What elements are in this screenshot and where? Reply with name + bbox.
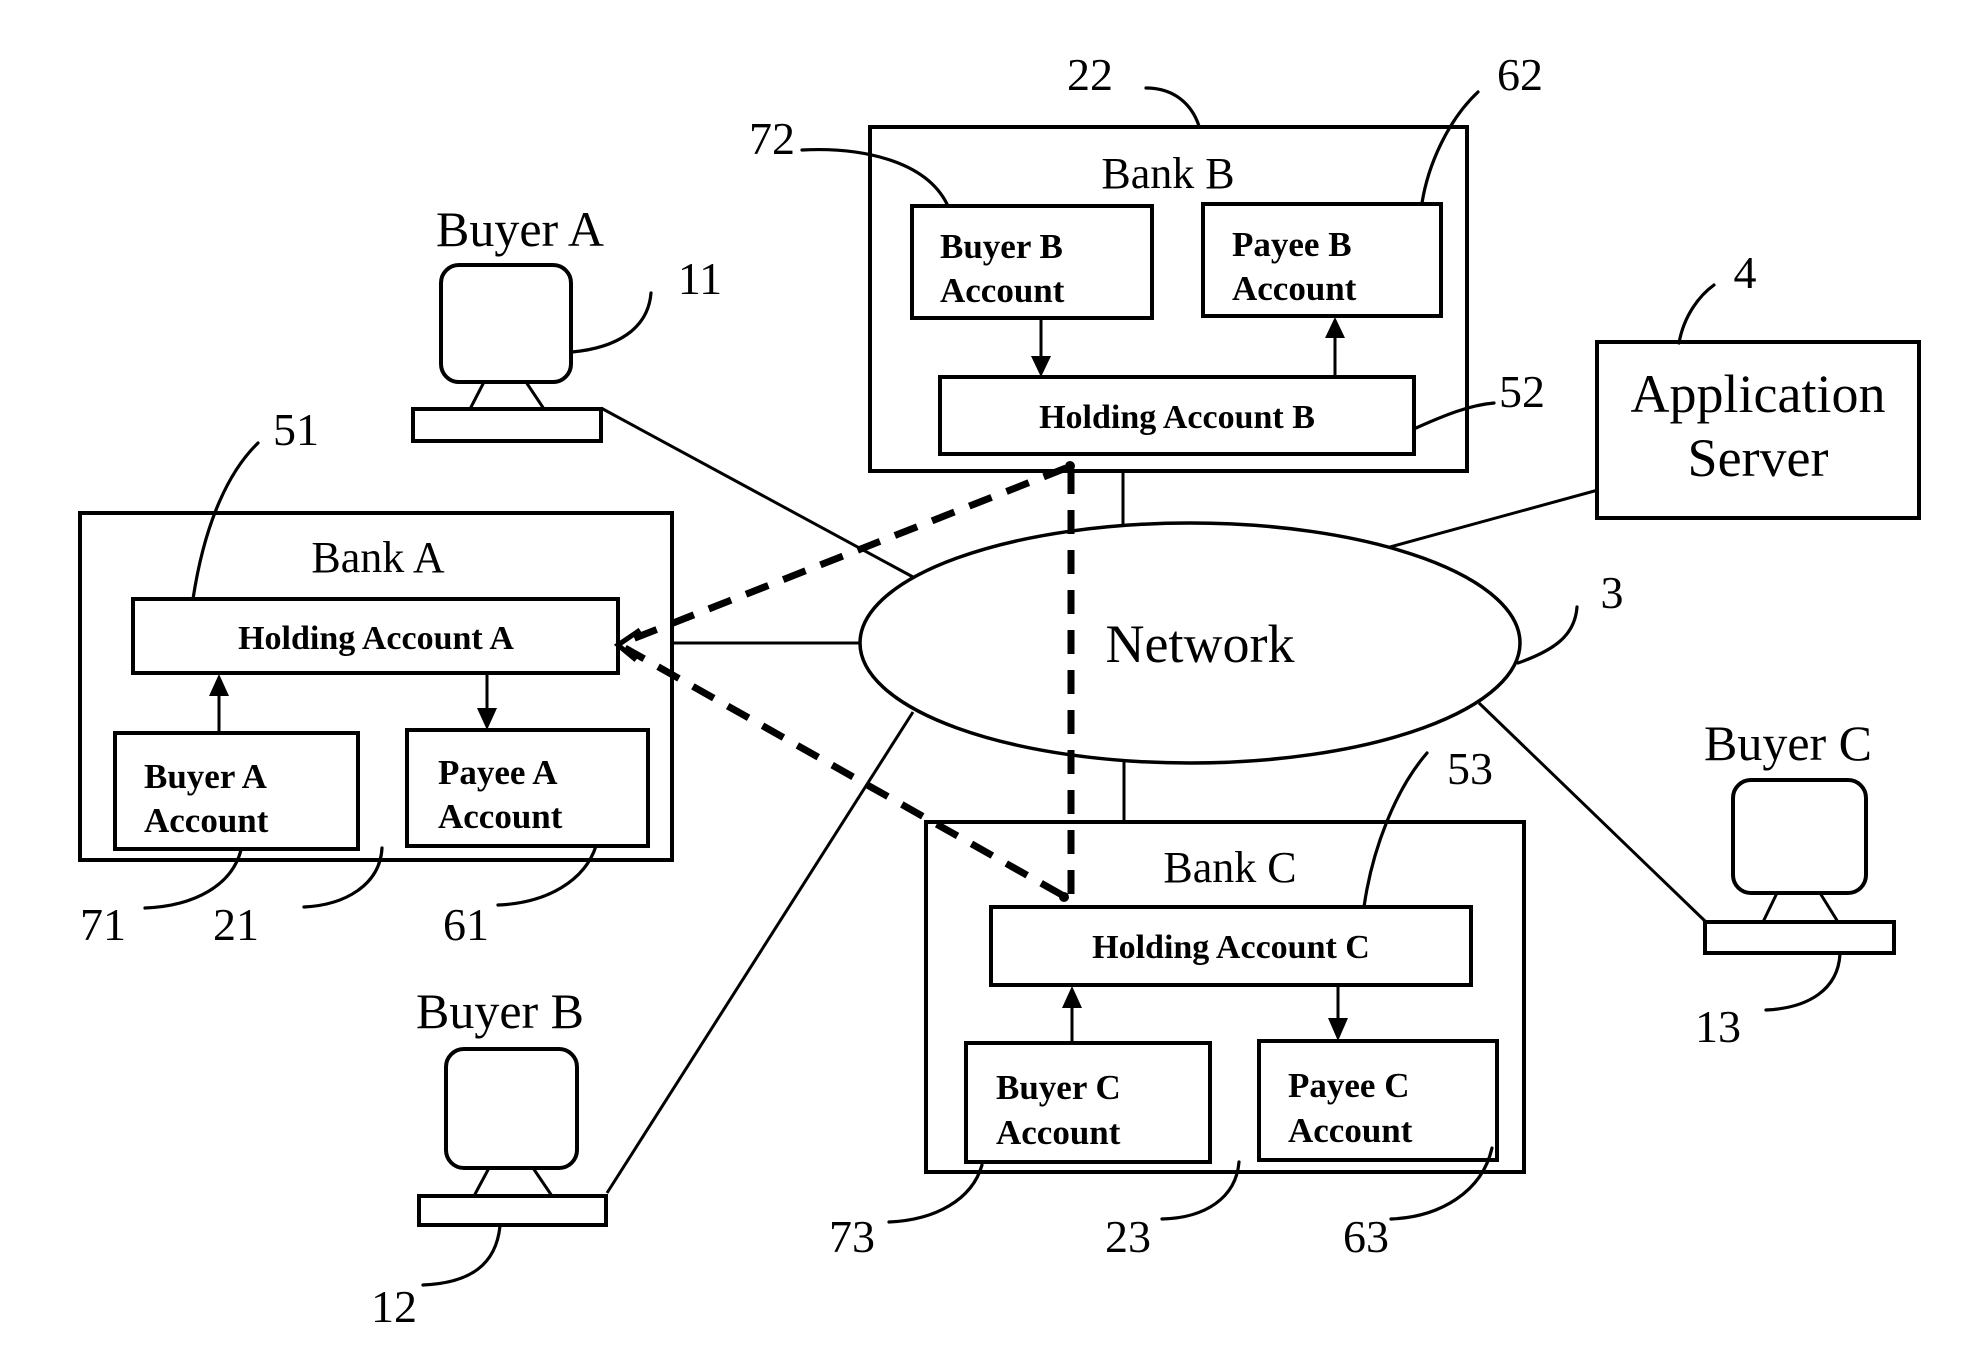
network-ref-leader [1516, 605, 1579, 665]
buyer-a-ref-number: 11 [678, 253, 722, 304]
buyer-b-terminal: Buyer B 12 [371, 983, 608, 1332]
bank-b-payee-account: Payee B Account [1201, 202, 1443, 318]
bank-c-payee-account: Payee C Account [1257, 1039, 1499, 1162]
bank-b-title: Bank B [1101, 149, 1234, 198]
endpoint-dot-bank-c [1059, 892, 1069, 902]
buyer-a-ref-leader [570, 291, 653, 354]
buyer-c-label: Buyer C [1704, 715, 1872, 771]
bank-b-holding-account: Holding Account B [938, 375, 1416, 456]
bank-c: Bank C Holding Account C Buyer C Account… [829, 743, 1526, 1262]
payee-c-account-line1: Payee C [1288, 1066, 1409, 1105]
buyer-a-label: Buyer A [436, 201, 604, 257]
bank-b: Bank B Buyer B Account Payee B Account H… [749, 49, 1545, 473]
keyboard-icon [417, 1194, 608, 1227]
buyer-b-ref-leader [421, 1224, 502, 1287]
bank-a: Bank A Holding Account A Buyer A Account… [78, 404, 674, 950]
buyer-b-account-ref-number: 72 [749, 113, 795, 164]
computer-monitor-icon [439, 263, 573, 384]
holding-b-label: Holding Account B [1039, 399, 1315, 436]
bank-c-title: Bank C [1163, 843, 1296, 892]
payee-a-account-line2: Account [438, 797, 563, 836]
network-ref-number: 3 [1601, 567, 1624, 618]
payee-b-account-line1: Payee B [1232, 225, 1352, 264]
bank-b-buyer-account: Buyer B Account [910, 204, 1154, 320]
buyer-a-account-ref-number: 71 [80, 899, 126, 950]
buyer-b-account-line1: Buyer B [940, 227, 1063, 266]
application-server-ref-number: 4 [1734, 247, 1757, 298]
payee-c-account-ref-number: 63 [1343, 1211, 1389, 1262]
payment-network-diagram: Network 3 Bank B Buyer B Account Payee B… [78, 49, 1921, 1332]
buyer-b-label: Buyer B [416, 983, 584, 1039]
bank-a-buyer-account: Buyer A Account [113, 731, 360, 851]
network-label: Network [1106, 614, 1295, 674]
keyboard-icon [411, 407, 603, 443]
bank-a-ref-number: 21 [213, 899, 259, 950]
bank-b-ref-leader [1144, 86, 1201, 128]
buyer-a-account-line2: Account [144, 801, 269, 840]
buyer-c-ref-number: 13 [1695, 1001, 1741, 1052]
computer-monitor-icon [1731, 778, 1868, 895]
bank-c-ref-number: 23 [1105, 1211, 1151, 1262]
application-server-ref-leader [1677, 283, 1716, 345]
endpoint-dot-bank-b [1065, 461, 1075, 471]
network-node: Network 3 [858, 521, 1624, 765]
application-server: Application Server 4 [1595, 247, 1921, 520]
buyer-b-account-line2: Account [940, 271, 1065, 310]
holding-a-label: Holding Account A [238, 620, 514, 657]
payee-a-account-ref-number: 61 [443, 899, 489, 950]
holding-b-ref-number: 52 [1499, 366, 1545, 417]
payee-b-account-line2: Account [1232, 269, 1357, 308]
payee-b-account-ref-number: 62 [1497, 49, 1543, 100]
buyer-c-terminal: Buyer C 13 [1695, 715, 1896, 1052]
buyer-c-ref-leader [1764, 952, 1842, 1012]
buyer-c-account-line2: Account [996, 1113, 1121, 1152]
buyer-b-ref-number: 12 [371, 1281, 417, 1332]
buyer-a-account-line1: Buyer A [144, 757, 268, 796]
bank-c-buyer-account: Buyer C Account [964, 1041, 1212, 1164]
bank-a-holding-account: Holding Account A [131, 597, 620, 675]
application-server-label-line2: Server [1688, 428, 1829, 488]
buyer-c-account-ref-number: 73 [829, 1211, 875, 1262]
holding-a-ref-number: 51 [273, 404, 319, 455]
holding-c-ref-number: 53 [1447, 743, 1493, 794]
bank-c-holding-account: Holding Account C [989, 905, 1473, 987]
bank-a-title: Bank A [311, 533, 444, 582]
computer-monitor-icon [444, 1047, 579, 1170]
link-app-server-network [1389, 488, 1599, 549]
holding-c-label: Holding Account C [1092, 929, 1370, 966]
keyboard-icon [1703, 920, 1896, 955]
payee-a-account-line1: Payee A [438, 753, 558, 792]
buyer-a-terminal: Buyer A 11 [411, 201, 722, 443]
monitor-stand [1761, 892, 1840, 923]
bank-a-payee-account: Payee A Account [405, 728, 650, 848]
payee-c-account-line2: Account [1288, 1111, 1413, 1150]
buyer-c-account-line1: Buyer C [996, 1068, 1121, 1107]
monitor-stand [468, 381, 546, 410]
application-server-label-line1: Application [1631, 364, 1886, 424]
bank-b-ref-number: 22 [1067, 49, 1113, 100]
monitor-stand [472, 1167, 554, 1197]
